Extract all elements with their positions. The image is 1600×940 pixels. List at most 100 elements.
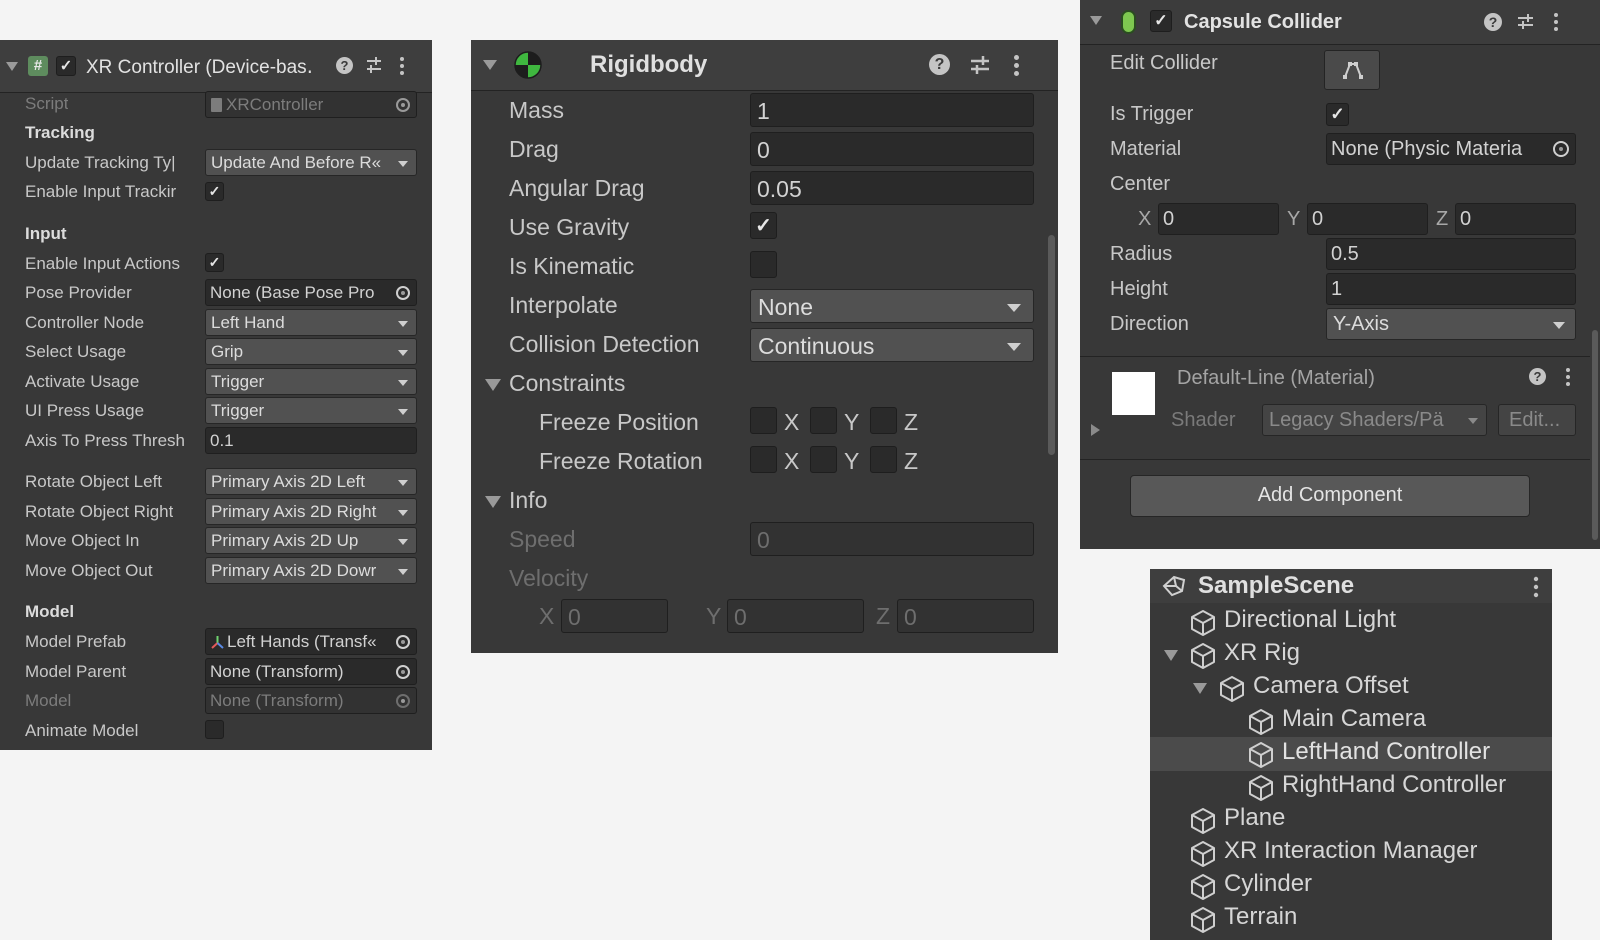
move-out-dropdown[interactable]: Primary Axis 2D Dowr [205, 557, 417, 584]
preset-sliders-icon[interactable] [365, 56, 383, 74]
freeze-rotation-x-checkbox[interactable] [750, 446, 777, 473]
foldout-arrow-icon[interactable] [1164, 650, 1178, 661]
kebab-menu-icon[interactable] [1533, 576, 1539, 598]
axis-press-field[interactable]: 0.1 [205, 427, 417, 454]
velocity-y-label: Y [706, 603, 722, 629]
rigidbody-scrollbar[interactable] [1048, 235, 1055, 455]
object-picker-icon[interactable] [1553, 141, 1569, 157]
material-foldout-icon[interactable] [1091, 424, 1100, 436]
activate-usage-dropdown[interactable]: Trigger [205, 368, 417, 395]
xr-controller-enabled-checkbox[interactable] [56, 56, 76, 76]
hierarchy-scene-row[interactable]: SampleScene [1150, 569, 1552, 603]
foldout-arrow-icon[interactable] [1090, 16, 1102, 25]
drag-field[interactable]: 0 [750, 132, 1034, 166]
update-tracking-dropdown[interactable]: Update And Before R« [205, 149, 417, 176]
height-field[interactable]: 1 [1326, 273, 1576, 305]
enable-input-tracking-checkbox[interactable] [205, 182, 224, 201]
script-field[interactable]: XRController [205, 91, 417, 118]
center-z-field[interactable]: 0 [1455, 203, 1576, 235]
center-x-field[interactable]: 0 [1158, 203, 1279, 235]
rotate-left-dropdown[interactable]: Primary Axis 2D Left [205, 468, 417, 495]
is-kinematic-checkbox[interactable] [750, 251, 777, 278]
velocity-y-value: 0 [734, 604, 747, 630]
hierarchy-item-camera-offset[interactable]: Camera Offset [1150, 671, 1552, 704]
constraints-foldout-icon[interactable] [485, 379, 501, 391]
capsule-enabled-checkbox[interactable] [1150, 10, 1172, 32]
mass-field[interactable]: 1 [750, 93, 1034, 127]
capsule-collider-header[interactable]: Capsule Collider ? [1080, 0, 1600, 45]
center-y-field[interactable]: 0 [1307, 203, 1428, 235]
foldout-arrow-icon[interactable] [1193, 683, 1207, 694]
freeze-position-z-checkbox[interactable] [870, 407, 897, 434]
material-preview-swatch[interactable] [1112, 372, 1155, 415]
move-in-dropdown[interactable]: Primary Axis 2D Up [205, 527, 417, 554]
controller-node-dropdown[interactable]: Left Hand [205, 309, 417, 336]
enable-input-actions-checkbox[interactable] [205, 253, 224, 272]
gameobject-cube-icon [1247, 740, 1275, 768]
rotate-right-dropdown[interactable]: Primary Axis 2D Right [205, 498, 417, 525]
rigidbody-header[interactable]: Rigidbody ? [471, 40, 1058, 91]
radius-field[interactable]: 0.5 [1326, 238, 1576, 270]
preset-sliders-icon[interactable] [1516, 12, 1535, 31]
foldout-arrow-icon[interactable] [6, 62, 18, 71]
direction-dropdown[interactable]: Y-Axis [1326, 308, 1576, 340]
interpolate-dropdown[interactable]: None [750, 289, 1034, 323]
height-label: Height [1110, 278, 1168, 300]
freeze-rotation-z-checkbox[interactable] [870, 446, 897, 473]
shader-dropdown[interactable]: Legacy Shaders/Pä [1262, 404, 1487, 436]
model-parent-field[interactable]: None (Transform) [205, 658, 417, 685]
add-component-button[interactable]: Add Component [1130, 475, 1530, 517]
help-icon[interactable]: ? [1529, 368, 1546, 385]
move-out-label: Move Object Out [25, 561, 153, 580]
object-picker-icon[interactable] [396, 635, 410, 649]
collision-dropdown[interactable]: Continuous [750, 328, 1034, 362]
preset-sliders-icon[interactable] [969, 54, 991, 76]
model-value: None (Transform) [210, 691, 344, 710]
help-icon[interactable]: ? [1484, 13, 1502, 31]
freeze-position-x-checkbox[interactable] [750, 407, 777, 434]
constraints-label[interactable]: Constraints [509, 370, 625, 397]
select-usage-label: Select Usage [25, 342, 127, 361]
help-icon[interactable]: ? [929, 54, 950, 75]
freeze-rotation-y-checkbox[interactable] [810, 446, 837, 473]
object-picker-icon[interactable] [396, 98, 410, 112]
hierarchy-item-cylinder[interactable]: Cylinder [1150, 869, 1552, 902]
hierarchy-item-terrain[interactable]: Terrain [1150, 902, 1552, 935]
object-picker-icon[interactable] [396, 286, 410, 300]
model-prefab-field[interactable]: Left Hands (Transf« [205, 628, 417, 655]
hierarchy-panel: SampleScene Directional Light XR Rig Cam… [1150, 569, 1552, 940]
kebab-menu-icon[interactable] [1565, 367, 1571, 387]
is-trigger-checkbox[interactable] [1326, 103, 1349, 126]
kebab-menu-icon[interactable] [399, 56, 405, 76]
angular-drag-field[interactable]: 0.05 [750, 171, 1034, 205]
pose-provider-field[interactable]: None (Base Pose Pro [205, 279, 417, 306]
center-y-label: Y [1287, 208, 1301, 230]
foldout-arrow-icon[interactable] [483, 60, 497, 70]
edit-collider-button[interactable] [1324, 50, 1380, 90]
hierarchy-item-xr-interaction-manager[interactable]: XR Interaction Manager [1150, 836, 1552, 869]
hierarchy-item-plane[interactable]: Plane [1150, 803, 1552, 836]
object-picker-icon[interactable] [396, 665, 410, 679]
hierarchy-item-righthand-controller[interactable]: RightHand Controller [1150, 770, 1552, 803]
script-value: XRController [226, 95, 324, 114]
hierarchy-item-main-camera[interactable]: Main Camera [1150, 704, 1552, 737]
freeze-position-y-checkbox[interactable] [810, 407, 837, 434]
shader-edit-button[interactable]: Edit... [1498, 404, 1576, 436]
hierarchy-item-directional-light[interactable]: Directional Light [1150, 605, 1552, 638]
dropdown-caret-icon [398, 349, 408, 356]
xr-controller-header[interactable]: # XR Controller (Device-bas․ ? [0, 40, 432, 93]
kebab-menu-icon[interactable] [1553, 12, 1559, 32]
gameobject-cube-icon [1189, 806, 1217, 834]
material-field[interactable]: None (Physic Materia [1326, 133, 1576, 165]
hierarchy-item-xr-rig[interactable]: XR Rig [1150, 638, 1552, 671]
ui-press-dropdown[interactable]: Trigger [205, 397, 417, 424]
capsule-scrollbar[interactable] [1592, 330, 1598, 540]
info-foldout-icon[interactable] [485, 496, 501, 508]
kebab-menu-icon[interactable] [1013, 54, 1020, 77]
select-usage-dropdown[interactable]: Grip [205, 338, 417, 365]
info-label[interactable]: Info [509, 487, 547, 514]
hierarchy-item-lefthand-controller[interactable]: LeftHand Controller [1150, 737, 1552, 770]
animate-model-checkbox[interactable] [205, 720, 224, 739]
help-icon[interactable]: ? [336, 57, 353, 74]
use-gravity-checkbox[interactable] [750, 212, 777, 239]
